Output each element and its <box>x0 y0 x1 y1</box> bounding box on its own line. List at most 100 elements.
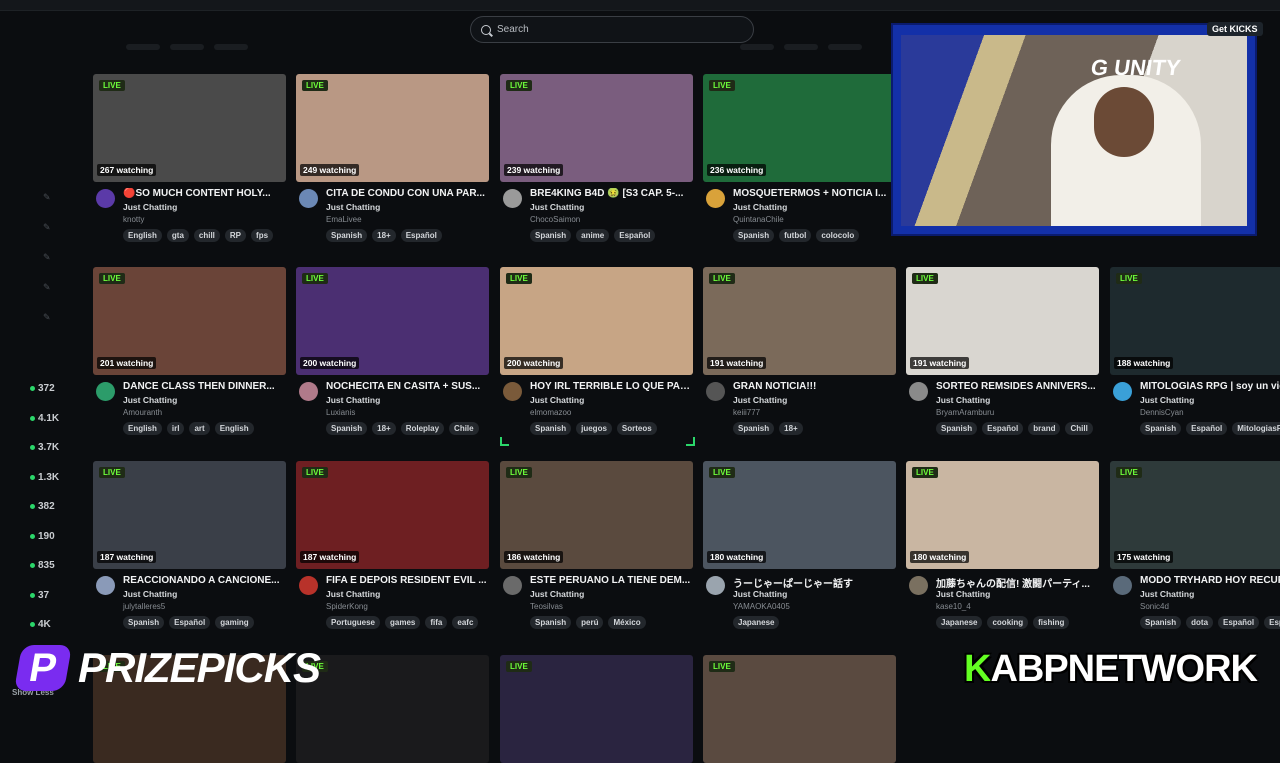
stream-card[interactable]: LIVE 175 watching MODO TRYHARD HOY RECUPE J… <box>1110 461 1280 631</box>
stream-category[interactable]: Just Chatting <box>530 395 584 405</box>
followed-channel-viewers[interactable]: 190 <box>30 531 55 542</box>
channel-name[interactable]: YAMAOKA0405 <box>733 602 790 611</box>
followed-channel-viewers[interactable]: 372 <box>30 383 55 394</box>
tag-chip[interactable]: Español <box>400 229 442 242</box>
tag-chip[interactable]: 18+ <box>779 422 803 435</box>
channel-avatar[interactable] <box>96 382 115 401</box>
tag-chip[interactable]: gta <box>166 229 189 242</box>
stream-category[interactable]: Just Chatting <box>123 395 177 405</box>
tag-chip[interactable]: Japanese <box>733 616 780 629</box>
stream-thumbnail[interactable]: LIVE 188 watching <box>1110 267 1280 375</box>
tag-chip[interactable]: Español <box>1218 616 1260 629</box>
stream-title[interactable]: 加藤ちゃんの配信! 激闘パーティ... <box>936 575 1099 590</box>
mute-icon[interactable]: ✎ <box>43 252 52 262</box>
tag-chip[interactable]: Spanish <box>530 616 572 629</box>
followed-channel-viewers[interactable]: 1.3K <box>30 472 59 483</box>
mute-icon[interactable]: ✎ <box>43 192 52 202</box>
channel-name[interactable]: SpiderKong <box>326 602 368 611</box>
tag-chip[interactable]: fifa <box>425 616 448 629</box>
channel-name[interactable]: Luxianis <box>326 408 355 417</box>
stream-title[interactable]: HOY IRL TERRIBLE LO QUE PAS... <box>530 381 693 392</box>
channel-avatar[interactable] <box>706 189 725 208</box>
get-kicks-button[interactable]: Get KICKS <box>1207 22 1263 36</box>
tag-chip[interactable]: Spanish <box>1140 422 1182 435</box>
tag-chip[interactable]: fishing <box>1033 616 1070 629</box>
tag-chip[interactable]: Roleplay <box>400 422 445 435</box>
stream-card[interactable]: LIVE 191 watching SORTEO REMSIDES ANNIVERS… <box>906 267 1099 437</box>
stream-thumbnail[interactable]: LIVE <box>296 655 489 763</box>
stream-card[interactable]: LIVE 180 watching うーじゃーぱーじゃー話す Just Chattin… <box>703 461 896 631</box>
tag-chip[interactable]: Spanish <box>733 229 775 242</box>
stream-title[interactable]: MODO TRYHARD HOY RECUPE <box>1140 575 1280 586</box>
stream-title[interactable]: BRE4KING B4D 🤢 [S3 CAP. 5-... <box>530 188 693 199</box>
stream-thumbnail[interactable]: LIVE 175 watching <box>1110 461 1280 569</box>
tag-chip[interactable]: Spanish <box>530 422 572 435</box>
stream-card[interactable]: LIVE <box>296 655 489 763</box>
stream-title[interactable]: MOSQUETERMOS + NOTICIA I... <box>733 188 896 199</box>
stream-title[interactable]: SORTEO REMSIDES ANNIVERS... <box>936 381 1099 392</box>
tag-chip[interactable]: English <box>214 422 254 435</box>
channel-avatar[interactable] <box>1113 576 1132 595</box>
channel-avatar[interactable] <box>909 576 928 595</box>
stream-card[interactable]: LIVE <box>500 655 693 763</box>
tag-chip[interactable]: futbol <box>779 229 812 242</box>
stream-thumbnail[interactable]: LIVE 186 watching <box>500 461 693 569</box>
stream-title[interactable]: 🔴SO MUCH CONTENT HOLY... <box>123 188 286 199</box>
filter-pill[interactable] <box>126 44 160 50</box>
stream-category[interactable]: Just Chatting <box>326 395 380 405</box>
stream-category[interactable]: Just Chatting <box>326 589 380 599</box>
tag-chip[interactable]: 18+ <box>372 422 396 435</box>
tag-chip[interactable]: gaming <box>215 616 254 629</box>
channel-name[interactable]: QuintanaChile <box>733 215 784 224</box>
tag-chip[interactable]: dota <box>1186 616 1214 629</box>
stream-title[interactable]: GRAN NOTICIA!!! <box>733 381 896 392</box>
tag-chip[interactable]: Sorteos <box>616 422 657 435</box>
tag-chip[interactable]: brand <box>1028 422 1061 435</box>
tag-chip[interactable]: Spanish <box>326 422 368 435</box>
stream-category[interactable]: Just Chatting <box>530 202 584 212</box>
stream-card[interactable]: LIVE 191 watching GRAN NOTICIA!!! Just Chat… <box>703 267 896 437</box>
followed-channel-viewers[interactable]: 4.1K <box>30 413 59 424</box>
tag-chip[interactable]: English <box>123 229 162 242</box>
stream-category[interactable]: Just Chatting <box>326 202 380 212</box>
stream-category[interactable]: Just Chatting <box>1140 395 1194 405</box>
followed-channel-viewers[interactable]: 382 <box>30 501 55 512</box>
stream-thumbnail[interactable]: LIVE <box>703 655 896 763</box>
tag-chip[interactable]: irl <box>166 422 185 435</box>
tag-chip[interactable]: Español <box>982 422 1024 435</box>
followed-channel-viewers[interactable]: 37 <box>30 590 49 601</box>
stream-category[interactable]: Just Chatting <box>123 202 177 212</box>
tag-chip[interactable]: eafc <box>452 616 479 629</box>
channel-avatar[interactable] <box>503 576 522 595</box>
stream-thumbnail[interactable]: LIVE 187 watching <box>93 461 286 569</box>
channel-name[interactable]: Teosilvas <box>530 602 563 611</box>
tag-chip[interactable]: Español <box>169 616 211 629</box>
tag-chip[interactable]: cooking <box>987 616 1029 629</box>
stream-card[interactable]: LIVE <box>703 655 896 763</box>
filter-pill[interactable] <box>740 44 774 50</box>
channel-name[interactable]: elmomazoo <box>530 408 571 417</box>
channel-name[interactable]: keiii777 <box>733 408 760 417</box>
channel-name[interactable]: knotty <box>123 215 144 224</box>
tag-chip[interactable]: Spanish <box>936 422 978 435</box>
tag-chip[interactable]: Español <box>1186 422 1228 435</box>
tag-chip[interactable]: 18+ <box>372 229 396 242</box>
tag-chip[interactable]: Spanish <box>1140 616 1182 629</box>
mute-icon[interactable]: ✎ <box>43 312 52 322</box>
stream-thumbnail[interactable]: LIVE 239 watching <box>500 74 693 182</box>
filter-pill[interactable] <box>214 44 248 50</box>
stream-thumbnail[interactable]: LIVE 180 watching <box>703 461 896 569</box>
stream-title[interactable]: REACCIONANDO A CANCIONE... <box>123 575 286 586</box>
stream-thumbnail[interactable]: LIVE 236 watching <box>703 74 896 182</box>
search-bar[interactable]: Search <box>470 16 754 43</box>
stream-card[interactable]: LIVE 201 watching DANCE CLASS THEN DINNER.… <box>93 267 286 437</box>
followed-channel-viewers[interactable]: 3.7K <box>30 442 59 453</box>
tag-chip[interactable]: Portuguese <box>326 616 381 629</box>
channel-name[interactable]: EmaLivee <box>326 215 362 224</box>
stream-card[interactable]: LIVE 187 watching FIFA E DEPOIS RESIDENT E… <box>296 461 489 631</box>
channel-avatar[interactable] <box>706 382 725 401</box>
tag-chip[interactable]: Spanish <box>326 229 368 242</box>
tag-chip[interactable]: fps <box>251 229 274 242</box>
stream-category[interactable]: Just Chatting <box>936 589 990 599</box>
channel-name[interactable]: Amouranth <box>123 408 162 417</box>
